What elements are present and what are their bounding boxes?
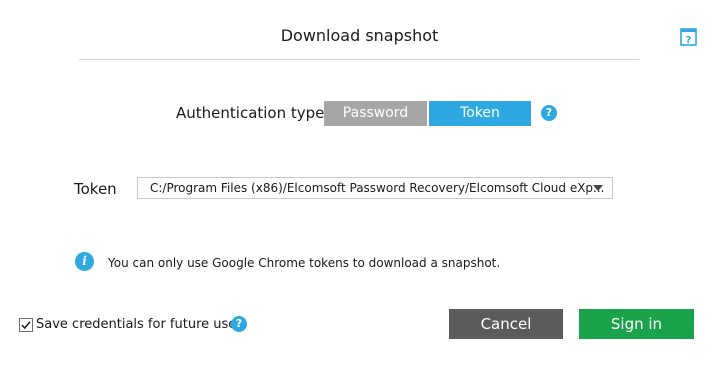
question-icon[interactable]: ? bbox=[541, 105, 557, 121]
cancel-button[interactable]: Cancel bbox=[449, 309, 563, 339]
sign-in-button[interactable]: Sign in bbox=[579, 309, 694, 339]
svg-text:?: ? bbox=[686, 35, 692, 46]
question-icon[interactable]: ? bbox=[231, 316, 247, 332]
title-divider bbox=[79, 59, 639, 60]
token-label: Token bbox=[74, 180, 117, 198]
help-book-icon[interactable]: ? bbox=[680, 28, 697, 46]
token-path-dropdown[interactable]: C:/Program Files (x86)/Elcomsoft Passwor… bbox=[137, 177, 613, 199]
auth-option-password[interactable]: Password bbox=[324, 101, 427, 126]
dropdown-arrow-icon[interactable] bbox=[593, 185, 603, 191]
info-message: You can only use Google Chrome tokens to… bbox=[108, 256, 501, 270]
auth-type-label: Authentication type bbox=[176, 104, 325, 122]
token-path-value: C:/Program Files (x86)/Elcomsoft Passwor… bbox=[150, 181, 605, 195]
download-snapshot-dialog: Download snapshot ? Authentication type … bbox=[0, 0, 719, 367]
save-credentials-label[interactable]: Save credentials for future use bbox=[36, 317, 236, 332]
checkmark-icon bbox=[21, 321, 31, 330]
auth-option-token[interactable]: Token bbox=[429, 101, 531, 126]
info-icon: i bbox=[75, 252, 94, 271]
save-credentials-checkbox[interactable] bbox=[19, 318, 33, 332]
dialog-title: Download snapshot bbox=[280, 26, 439, 45]
